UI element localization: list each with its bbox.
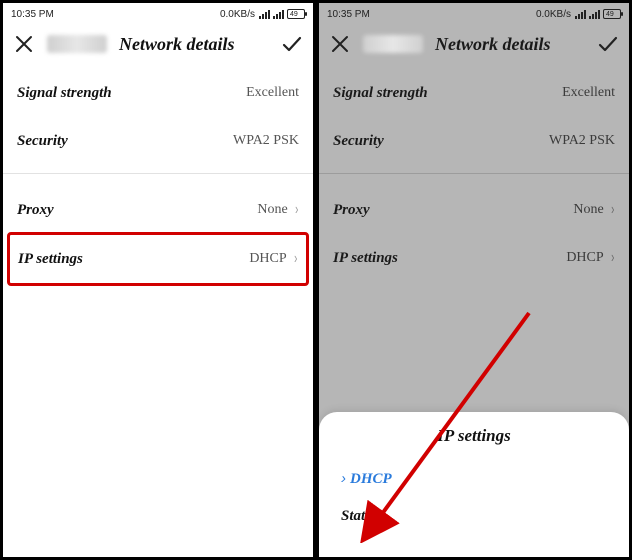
sheet-title: IP settings [337, 426, 611, 460]
confirm-icon[interactable] [281, 33, 303, 55]
chevron-right-icon: › [294, 250, 297, 268]
value: Excellent [562, 85, 615, 101]
screen-ip-settings-sheet: 10:35 PM 0.0KB/s 49 Network details [316, 0, 632, 560]
value: None [573, 202, 603, 218]
sheet-option-dhcp[interactable]: ›DHCP [337, 460, 611, 498]
battery-icon: 49 [287, 9, 305, 19]
label: Proxy [17, 202, 54, 219]
signal-icon [259, 9, 270, 19]
status-net-rate: 0.0KB/s [536, 9, 571, 20]
value: Excellent [246, 85, 299, 101]
row-proxy: Proxy None › [333, 186, 615, 234]
status-bar: 10:35 PM 0.0KB/s 49 [319, 3, 629, 25]
status-icons: 49 [259, 9, 305, 19]
row-signal-strength: Signal strength Excellent [333, 69, 615, 117]
confirm-icon[interactable] [597, 33, 619, 55]
row-security: Security WPA2 PSK [333, 117, 615, 165]
value: DHCP [566, 250, 603, 266]
row-proxy[interactable]: Proxy None › [17, 186, 299, 234]
divider [3, 173, 313, 174]
label: Signal strength [17, 85, 112, 102]
chevron-right-icon: › [295, 201, 298, 219]
value-wrap: None › [573, 201, 615, 219]
label: Security [17, 133, 68, 150]
label: IP settings [18, 251, 83, 268]
chevron-right-icon: › [341, 470, 346, 487]
page-title: Network details [115, 34, 273, 55]
settings-list: Signal strength Excellent Security WPA2 … [3, 65, 313, 557]
title-bar: Network details [319, 25, 629, 65]
signal-icon-2 [273, 9, 284, 19]
value-wrap: None › [257, 201, 299, 219]
row-ip-settings[interactable]: IP settings DHCP › [18, 235, 298, 283]
close-icon[interactable] [329, 33, 351, 55]
title-bar: Network details [3, 25, 313, 65]
signal-icon-2 [589, 9, 600, 19]
value: None [257, 202, 287, 218]
value-wrap: DHCP › [566, 249, 615, 267]
network-name-redacted [363, 35, 423, 53]
status-bar: 10:35 PM 0.0KB/s 49 [3, 3, 313, 25]
divider [319, 173, 629, 174]
option-label: DHCP [350, 471, 392, 487]
network-name-redacted [47, 35, 107, 53]
status-net-rate: 0.0KB/s [220, 9, 255, 20]
chevron-right-icon: › [611, 249, 614, 267]
sheet-option-static[interactable]: Static [337, 498, 611, 535]
label: Proxy [333, 202, 370, 219]
close-icon[interactable] [13, 33, 35, 55]
status-right: 0.0KB/s 49 [536, 9, 621, 20]
row-security: Security WPA2 PSK [17, 117, 299, 165]
value: WPA2 PSK [233, 133, 299, 149]
screen-network-details: 10:35 PM 0.0KB/s 49 Network details [0, 0, 316, 560]
status-icons: 49 [575, 9, 621, 19]
option-label: Static [341, 508, 376, 524]
label: Signal strength [333, 85, 428, 102]
value-wrap: DHCP › [249, 250, 298, 268]
row-signal-strength: Signal strength Excellent [17, 69, 299, 117]
status-right: 0.0KB/s 49 [220, 9, 305, 20]
ip-settings-bottom-sheet: IP settings ›DHCP Static [319, 412, 629, 557]
page-title: Network details [431, 34, 589, 55]
label: Security [333, 133, 384, 150]
highlight-ip-settings: IP settings DHCP › [7, 232, 309, 286]
chevron-right-icon: › [611, 201, 614, 219]
status-time: 10:35 PM [11, 9, 54, 20]
status-time: 10:35 PM [327, 9, 370, 20]
value: WPA2 PSK [549, 133, 615, 149]
battery-icon: 49 [603, 9, 621, 19]
value: DHCP [249, 251, 286, 267]
signal-icon [575, 9, 586, 19]
row-ip-settings: IP settings DHCP › [333, 234, 615, 282]
label: IP settings [333, 250, 398, 267]
